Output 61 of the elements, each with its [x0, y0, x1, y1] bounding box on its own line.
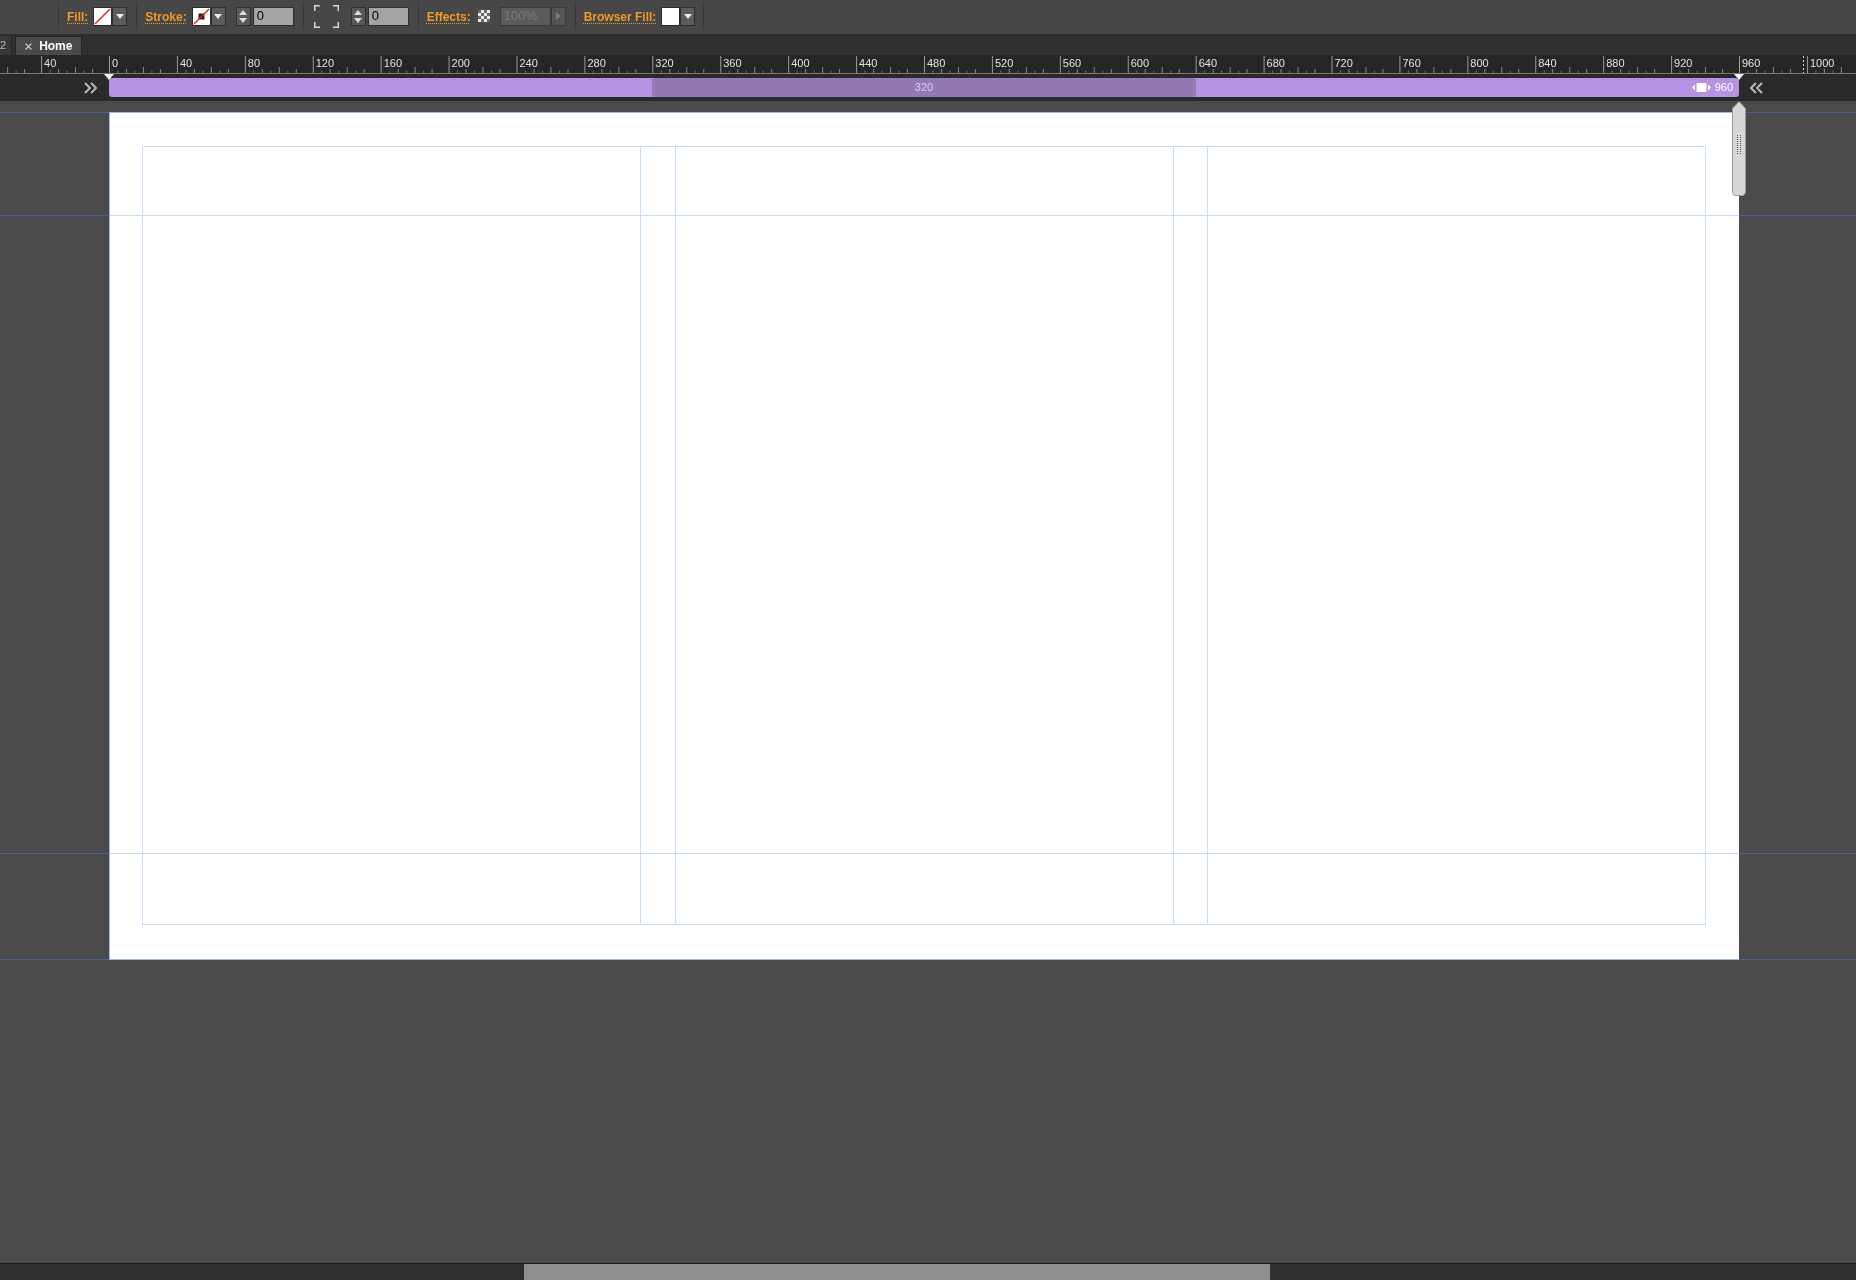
stroke-link[interactable]: Stroke:: [145, 10, 187, 24]
double-chevron-left-icon[interactable]: [1750, 81, 1763, 94]
dropdown-button[interactable]: [680, 6, 696, 26]
media-query-bar[interactable]: 320 960: [109, 78, 1739, 97]
stroke-width-field[interactable]: 0: [252, 6, 294, 26]
checkerboard-icon: [477, 10, 490, 22]
ruler-label: 400: [791, 56, 810, 70]
caret-down-icon: [115, 13, 124, 19]
ruler-label: 880: [1606, 56, 1625, 70]
slashed-stroke-swatch-icon[interactable]: [191, 6, 211, 26]
ruler-label: 120: [315, 56, 335, 70]
ruler-label: 40: [179, 56, 193, 70]
ruler-label: 80: [247, 56, 261, 70]
triangle-marker-icon[interactable]: [104, 74, 114, 80]
corner-brackets-icon: [313, 4, 339, 28]
spinner-button[interactable]: [235, 6, 251, 26]
blank-swatch-icon[interactable]: [661, 6, 681, 26]
caret-down-icon: [683, 13, 692, 19]
triangle-marker-icon[interactable]: [1734, 74, 1744, 80]
ruler-label: 160: [383, 56, 402, 70]
ruler-label: 760: [1402, 56, 1421, 70]
dropdown-button[interactable]: [112, 6, 128, 26]
up-down-arrows-icon: [354, 9, 363, 23]
ruler-label: 560: [1062, 56, 1082, 70]
ruler-label: 200: [451, 56, 470, 70]
caret-down-icon: [214, 13, 223, 19]
ruler-label: 640: [1198, 56, 1217, 70]
fill-link[interactable]: Fill:: [67, 10, 89, 24]
double-chevron-right-icon[interactable]: [84, 81, 97, 94]
corner-radius-field[interactable]: 0: [367, 6, 409, 26]
breakpoint-segment[interactable]: 320: [652, 78, 1196, 97]
spinner-button[interactable]: [350, 6, 366, 26]
ruler-label: 440: [859, 56, 878, 70]
ruler-label: 840: [1538, 56, 1557, 70]
ruler-label: 600: [1130, 56, 1150, 70]
ruler-label: 240: [519, 56, 538, 70]
width-label: 960: [1714, 80, 1733, 96]
up-down-arrows-icon: [239, 9, 248, 23]
ruler-label: 800: [1470, 56, 1489, 70]
ruler-label: 520: [994, 56, 1014, 70]
slashed-swatch-icon[interactable]: [93, 6, 113, 26]
ruler-label: 920: [1674, 56, 1693, 70]
browser-fill-link[interactable]: Browser Fill:: [583, 10, 657, 24]
ruler-label: 960: [1742, 56, 1761, 70]
resize-arrows-icon[interactable]: [1691, 82, 1711, 93]
triangle-right-icon: [555, 12, 561, 20]
ruler-label: 40: [44, 56, 57, 70]
ruler-label: 1000: [1809, 56, 1835, 70]
ruler-label: 720: [1334, 56, 1353, 70]
document-tab[interactable]: Home: [15, 36, 83, 55]
ruler-label: 280: [587, 56, 606, 70]
ruler-label: 320: [655, 56, 674, 70]
ruler-label: 480: [927, 56, 946, 70]
ruler-label: 0: [112, 56, 119, 70]
ruler-label: 680: [1266, 56, 1285, 70]
resize-handle[interactable]: [1732, 101, 1746, 196]
scrollbar-thumb[interactable]: [524, 1264, 1270, 1280]
close-icon[interactable]: [25, 42, 33, 50]
horizontal-scrollbar[interactable]: [0, 1263, 1856, 1280]
document-tab[interactable]: 2: [0, 36, 13, 55]
ruler-label: 360: [723, 56, 742, 70]
